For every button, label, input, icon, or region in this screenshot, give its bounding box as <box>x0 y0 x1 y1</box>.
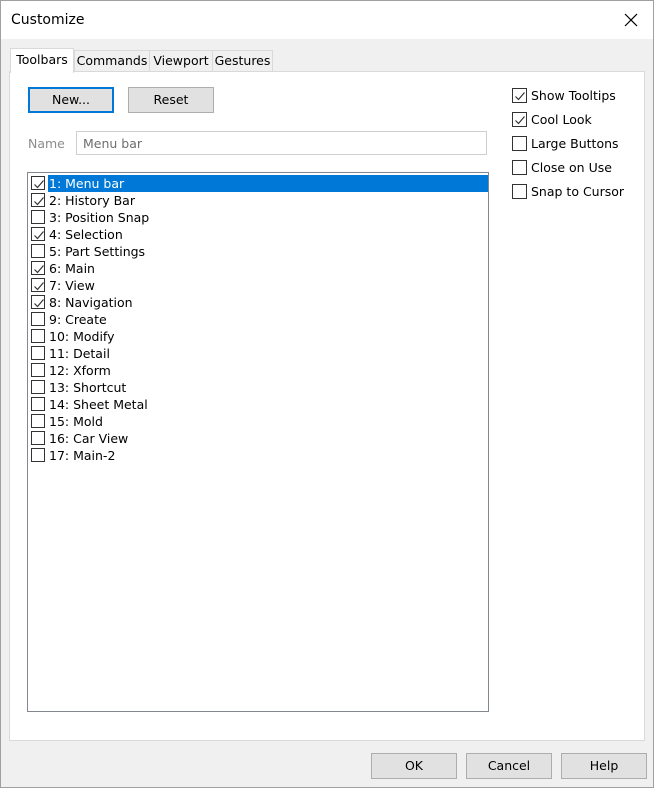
dialog-title: Customize <box>11 12 85 28</box>
tab-gestures[interactable]: Gestures <box>212 50 273 71</box>
new-button[interactable]: New... <box>28 87 114 113</box>
toolbar-list-item-label: 15: Mold <box>49 414 103 429</box>
toolbar-list-item-label: 14: Sheet Metal <box>49 397 148 412</box>
toolbar-list-item[interactable]: 2: History Bar <box>29 192 488 209</box>
toolbar-visible-checkbox[interactable] <box>31 431 45 445</box>
toolbar-list-item-label: 9: Create <box>49 312 107 327</box>
toolbar-list-item-label: 7: View <box>49 278 95 293</box>
toolbar-visible-checkbox[interactable] <box>31 176 45 190</box>
toolbar-visible-checkbox[interactable] <box>31 380 45 394</box>
toolbar-visible-checkbox[interactable] <box>31 448 45 462</box>
toolbar-list-item-label: 16: Car View <box>49 431 129 446</box>
toolbar-list-item[interactable]: 6: Main <box>29 260 488 277</box>
toolbar-visible-checkbox[interactable] <box>31 244 45 258</box>
ok-button[interactable]: OK <box>371 753 457 779</box>
option-checkbox[interactable] <box>512 88 527 103</box>
toolbar-list-item[interactable]: 4: Selection <box>29 226 488 243</box>
tab-viewport[interactable]: Viewport <box>149 50 213 71</box>
toolbar-visible-checkbox[interactable] <box>31 397 45 411</box>
title-bar: Customize <box>1 1 653 39</box>
checkmark-icon <box>34 282 44 291</box>
toolbar-list-item-label: 4: Selection <box>49 227 123 242</box>
toolbar-list-item[interactable]: 15: Mold <box>29 413 488 430</box>
toolbar-list-item-label: 1: Menu bar <box>48 175 488 192</box>
toolbar-list-item[interactable]: 1: Menu bar <box>29 175 488 192</box>
option-label: Show Tooltips <box>531 88 616 103</box>
toolbar-list-item-label: 11: Detail <box>49 346 110 361</box>
toolbar-visible-checkbox[interactable] <box>31 278 45 292</box>
tab-commands[interactable]: Commands <box>74 50 150 71</box>
toolbar-list-item[interactable]: 10: Modify <box>29 328 488 345</box>
option-checkbox[interactable] <box>512 112 527 127</box>
toolbar-list-item[interactable]: 16: Car View <box>29 430 488 447</box>
checkmark-icon <box>34 299 44 308</box>
toolbar-list-item[interactable]: 11: Detail <box>29 345 488 362</box>
toolbar-visible-checkbox[interactable] <box>31 193 45 207</box>
cancel-button[interactable]: Cancel <box>466 753 552 779</box>
option-label: Cool Look <box>531 112 592 127</box>
toolbar-list-item-label: 3: Position Snap <box>49 210 150 225</box>
option-label: Large Buttons <box>531 136 619 151</box>
close-icon <box>624 13 638 27</box>
checkmark-icon <box>34 265 44 274</box>
toolbar-visible-checkbox[interactable] <box>31 227 45 241</box>
close-button[interactable] <box>609 1 653 39</box>
checkmark-icon <box>515 116 525 125</box>
toolbar-visible-checkbox[interactable] <box>31 295 45 309</box>
toolbar-list-item[interactable]: 17: Main-2 <box>29 447 488 464</box>
toolbar-visible-checkbox[interactable] <box>31 312 45 326</box>
toolbar-list-item[interactable]: 12: Xform <box>29 362 488 379</box>
option-checkbox[interactable] <box>512 184 527 199</box>
toolbar-list-item[interactable]: 13: Shortcut <box>29 379 488 396</box>
name-field[interactable]: Menu bar <box>76 131 487 155</box>
toolbar-visible-checkbox[interactable] <box>31 329 45 343</box>
option-label: Close on Use <box>531 160 612 175</box>
toolbar-list-item-label: 13: Shortcut <box>49 380 127 395</box>
toolbar-list-item-label: 12: Xform <box>49 363 111 378</box>
toolbar-list-item[interactable]: 3: Position Snap <box>29 209 488 226</box>
toolbar-list-item[interactable]: 8: Navigation <box>29 294 488 311</box>
toolbar-list-item-label: 2: History Bar <box>49 193 135 208</box>
checkmark-icon <box>34 197 44 206</box>
option-label: Snap to Cursor <box>531 184 625 199</box>
toolbar-list-item[interactable]: 7: View <box>29 277 488 294</box>
toolbar-list-item-label: 10: Modify <box>49 329 115 344</box>
toolbar-list-item[interactable]: 5: Part Settings <box>29 243 488 260</box>
checkmark-icon <box>34 231 44 240</box>
toolbar-list-item[interactable]: 9: Create <box>29 311 488 328</box>
option-checkbox[interactable] <box>512 160 527 175</box>
toolbar-visible-checkbox[interactable] <box>31 210 45 224</box>
option-checkbox[interactable] <box>512 136 527 151</box>
toolbar-visible-checkbox[interactable] <box>31 363 45 377</box>
toolbar-visible-checkbox[interactable] <box>31 414 45 428</box>
toolbar-visible-checkbox[interactable] <box>31 261 45 275</box>
checkmark-icon <box>34 180 44 189</box>
toolbar-list-item[interactable]: 14: Sheet Metal <box>29 396 488 413</box>
tab-toolbars[interactable]: Toolbars <box>10 48 74 73</box>
reset-button[interactable]: Reset <box>128 87 214 113</box>
toolbars-listbox[interactable]: 1: Menu bar 2: History Bar 3: Position Sna… <box>27 172 489 712</box>
help-button[interactable]: Help <box>561 753 647 779</box>
toolbar-visible-checkbox[interactable] <box>31 346 45 360</box>
checkmark-icon <box>515 92 525 101</box>
toolbar-list-item-label: 5: Part Settings <box>49 244 146 259</box>
toolbar-list-item-label: 6: Main <box>49 261 95 276</box>
toolbar-list-item-label: 8: Navigation <box>49 295 133 310</box>
toolbar-list-item-label: 17: Main-2 <box>49 448 116 463</box>
name-label: Name <box>28 136 65 151</box>
customize-dialog: Customize Toolbars Commands Viewport Ges… <box>0 0 654 788</box>
